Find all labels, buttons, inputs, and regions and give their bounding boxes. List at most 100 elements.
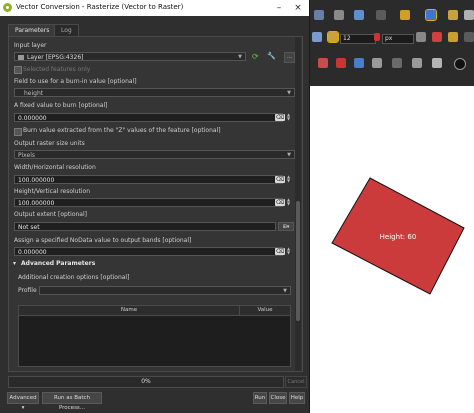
digitize-icon[interactable]	[318, 58, 328, 68]
split-icon[interactable]	[412, 58, 422, 68]
nodata-input[interactable]: 0.000000	[14, 247, 283, 256]
toolbar-row-3	[308, 56, 474, 74]
scale-icon[interactable]	[392, 58, 402, 68]
move-icon[interactable]	[354, 58, 364, 68]
input-layer-label: Input layer	[14, 42, 47, 49]
scrollbar[interactable]	[295, 37, 301, 371]
progress-bar: 0%	[8, 376, 284, 388]
input-layer-value: Layer [EPSG:4326]	[27, 54, 84, 61]
map-canvas[interactable]: Height: 60	[308, 86, 474, 413]
qgis-main-window: 12 px Height: 60	[308, 0, 474, 413]
rasterize-dialog: Vector Conversion - Rasterize (Vector to…	[0, 0, 310, 413]
spinbox-arrows-icon[interactable]: ▲ ▼	[285, 198, 292, 207]
tab-log[interactable]: Log	[54, 24, 79, 36]
height-label: Height/Vertical resolution	[14, 188, 91, 195]
column-header-name[interactable]: Name	[19, 306, 240, 315]
tab-parameters[interactable]: Parameters	[8, 24, 57, 36]
burn-z-label: Burn value extracted from the "Z" values…	[23, 127, 221, 134]
title-bar: Vector Conversion - Rasterize (Vector to…	[0, 0, 309, 16]
iterate-icon[interactable]: ⟳	[252, 52, 262, 61]
nodata-label: Assign a specified NoData value to outpu…	[14, 237, 192, 244]
creation-options-label: Additional creation options [optional]	[18, 274, 130, 281]
burn-field-label: Field to use for a burn-in value [option…	[14, 78, 137, 85]
burn-z-checkbox[interactable]	[14, 128, 22, 136]
fixed-value-label: A fixed value to burn [optional]	[14, 102, 108, 109]
units-value: Pixels	[18, 152, 36, 159]
cancel-button[interactable]: Cancel	[285, 376, 307, 388]
collapse-icon[interactable]: ▾	[13, 260, 16, 267]
clear-icon[interactable]: ⌫	[275, 176, 285, 183]
scale-input[interactable]: 12	[340, 34, 376, 44]
measure-icon[interactable]	[464, 10, 474, 20]
table-header: Name Value	[19, 306, 290, 316]
filter-icon[interactable]	[354, 10, 364, 20]
chevron-down-icon: ▼	[287, 152, 291, 158]
creation-options-table[interactable]: Name Value	[18, 305, 291, 367]
dialog-title: Vector Conversion - Rasterize (Vector to…	[16, 3, 184, 11]
scrollbar-thumb[interactable]	[296, 201, 300, 321]
chevron-down-icon: ▼	[287, 90, 291, 96]
run-button[interactable]: Run	[253, 392, 267, 404]
settings-icon[interactable]	[432, 58, 442, 68]
extent-menu-button[interactable]: ⊞▾	[278, 222, 294, 231]
wrench-icon[interactable]: 🔧	[267, 52, 277, 61]
vertex-tool-icon[interactable]	[312, 32, 322, 42]
width-input[interactable]: 100.000000	[14, 175, 283, 184]
advanced-parameters-header[interactable]: Advanced Parameters	[21, 260, 95, 267]
overlap-icon[interactable]	[464, 32, 474, 42]
snap-icon[interactable]	[327, 31, 339, 43]
selected-only-checkbox[interactable]	[14, 66, 22, 74]
map-svg: Height: 60	[331, 177, 465, 295]
tracing-icon[interactable]	[416, 32, 426, 42]
input-layer-select[interactable]: Layer [EPSG:4326] ▼	[14, 52, 246, 61]
parameters-panel: Input layer Layer [EPSG:4326] ▼ ⟳ 🔧 … Se…	[8, 36, 303, 372]
record-icon[interactable]	[454, 58, 466, 70]
batch-process-button[interactable]: Run as Batch Process...	[42, 392, 102, 411]
profile-label: Profile	[18, 287, 37, 294]
height-input[interactable]: 100.000000	[14, 198, 283, 207]
selected-only-label: Selected features only	[23, 66, 91, 73]
advanced-button-label: Advanced	[9, 395, 37, 401]
units-select[interactable]: Pixels ▼	[14, 150, 295, 159]
polygon-layer-icon	[18, 55, 24, 60]
self-snap-icon[interactable]	[448, 32, 458, 42]
advanced-button[interactable]: Advanced ▾	[7, 392, 39, 411]
help-button[interactable]: Help	[289, 392, 305, 404]
rotate-icon[interactable]	[372, 58, 382, 68]
delete-icon[interactable]	[336, 58, 346, 68]
chevron-down-icon: ▼	[238, 54, 242, 60]
spinbox-arrows-icon[interactable]: ▲ ▼	[285, 247, 292, 256]
minimize-icon[interactable]: –	[270, 0, 288, 16]
fixed-value-input[interactable]: 0.000000	[14, 113, 283, 122]
qgis-logo-icon	[3, 3, 12, 12]
close-button[interactable]: Close	[269, 392, 287, 404]
select-icon[interactable]	[334, 10, 344, 20]
deselect-icon[interactable]	[376, 10, 386, 20]
chevron-down-icon: ▼	[283, 288, 287, 294]
topology-icon[interactable]	[432, 32, 442, 42]
close-icon[interactable]: ×	[289, 0, 307, 16]
column-header-value[interactable]: Value	[240, 306, 290, 315]
toolbar-row-1	[308, 8, 474, 26]
attribute-table-icon[interactable]	[314, 10, 324, 20]
browse-button[interactable]: …	[284, 52, 295, 63]
spinbox-arrows-icon[interactable]: ▲ ▼	[285, 175, 292, 184]
clear-icon[interactable]: ⌫	[275, 114, 285, 121]
profile-select[interactable]: ▼	[39, 286, 291, 295]
identify-icon[interactable]	[400, 10, 410, 20]
feature-label: Height: 60	[380, 233, 417, 241]
width-label: Width/Horizontal resolution	[14, 164, 96, 171]
extent-label: Output extent [optional]	[14, 211, 87, 218]
extent-input[interactable]: Not set	[14, 222, 276, 231]
units-label: Output raster size units	[14, 140, 85, 147]
units-select[interactable]: px	[382, 34, 414, 44]
snap-type-icon[interactable]	[374, 33, 380, 41]
spinbox-arrows-icon[interactable]: ▲ ▼	[285, 113, 292, 122]
burn-field-value: height	[24, 90, 44, 97]
burn-field-select[interactable]: height ▼	[14, 88, 295, 97]
zoom-icon[interactable]	[448, 10, 458, 20]
clear-icon[interactable]: ⌫	[275, 199, 285, 206]
toolbar-area: 12 px	[308, 0, 474, 86]
pan-icon[interactable]	[425, 9, 437, 21]
clear-icon[interactable]: ⌫	[275, 248, 285, 255]
